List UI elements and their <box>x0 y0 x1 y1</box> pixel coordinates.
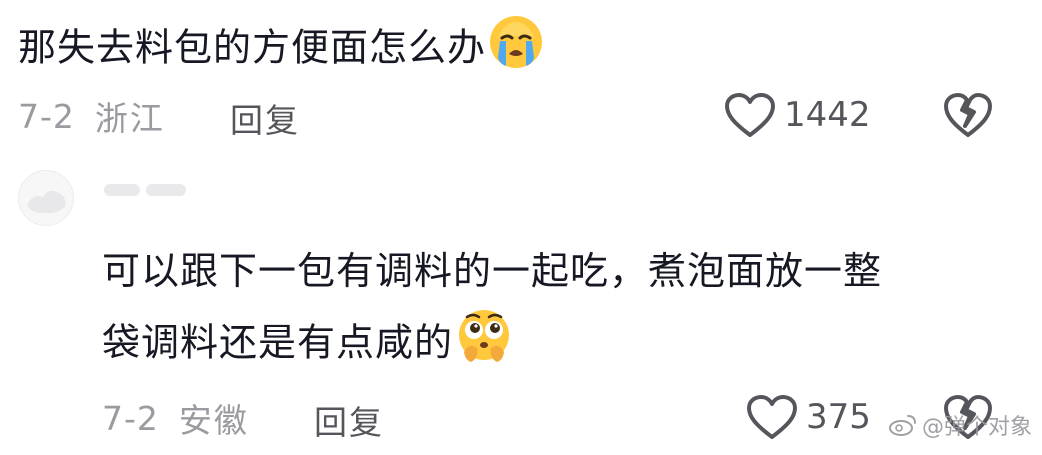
comment-2-text-line1: 可以跟下一包有调料的一起吃，煮泡面放一整 <box>102 249 883 293</box>
comment-2-like-count: 375 <box>806 397 871 437</box>
heart-icon <box>725 93 775 137</box>
comment-2-like-button[interactable]: 375 <box>746 394 871 440</box>
broken-heart-icon <box>944 93 992 137</box>
comment-1-like-count: 1442 <box>784 95 871 135</box>
comment-2-text-line2: 袋调料还是有点咸的 <box>102 320 454 365</box>
comment-1-reply-button[interactable]: 回复 <box>230 94 300 142</box>
comment-1-like-button[interactable]: 1442 <box>724 92 871 138</box>
comment-2-meta: 7-2 安徽 <box>102 396 249 441</box>
comment-2-date: 7-2 <box>102 398 159 438</box>
comment-1-date: 7-2 <box>18 96 75 136</box>
comment-1-location: 浙江 <box>94 99 165 138</box>
comment-2-username[interactable] <box>102 176 192 209</box>
watermark-text: @弹个对象 <box>921 415 1032 440</box>
weibo-logo-icon <box>888 415 916 436</box>
comment-2-location: 安徽 <box>178 401 249 440</box>
comment-1-text-wrap: 那失去料包的方便面怎么办 <box>18 14 544 86</box>
pleading-face-emoji-icon <box>455 308 513 382</box>
comment-2-reply-button[interactable]: 回复 <box>314 396 384 444</box>
heart-icon <box>747 395 797 439</box>
watermark: @弹个对象 <box>888 409 1032 441</box>
comment-1-dislike-button[interactable] <box>943 92 993 142</box>
username-placeholder-icon <box>104 184 186 196</box>
comment-2-text-wrap: 可以跟下一包有调料的一起吃，煮泡面放一整 袋调料还是有点咸的 <box>102 242 882 382</box>
avatar[interactable] <box>18 170 74 226</box>
comment-1-meta: 7-2 浙江 <box>18 94 165 139</box>
comment-1-text: 那失去料包的方便面怎么办 <box>18 25 487 70</box>
crying-face-emoji-icon <box>488 14 544 86</box>
